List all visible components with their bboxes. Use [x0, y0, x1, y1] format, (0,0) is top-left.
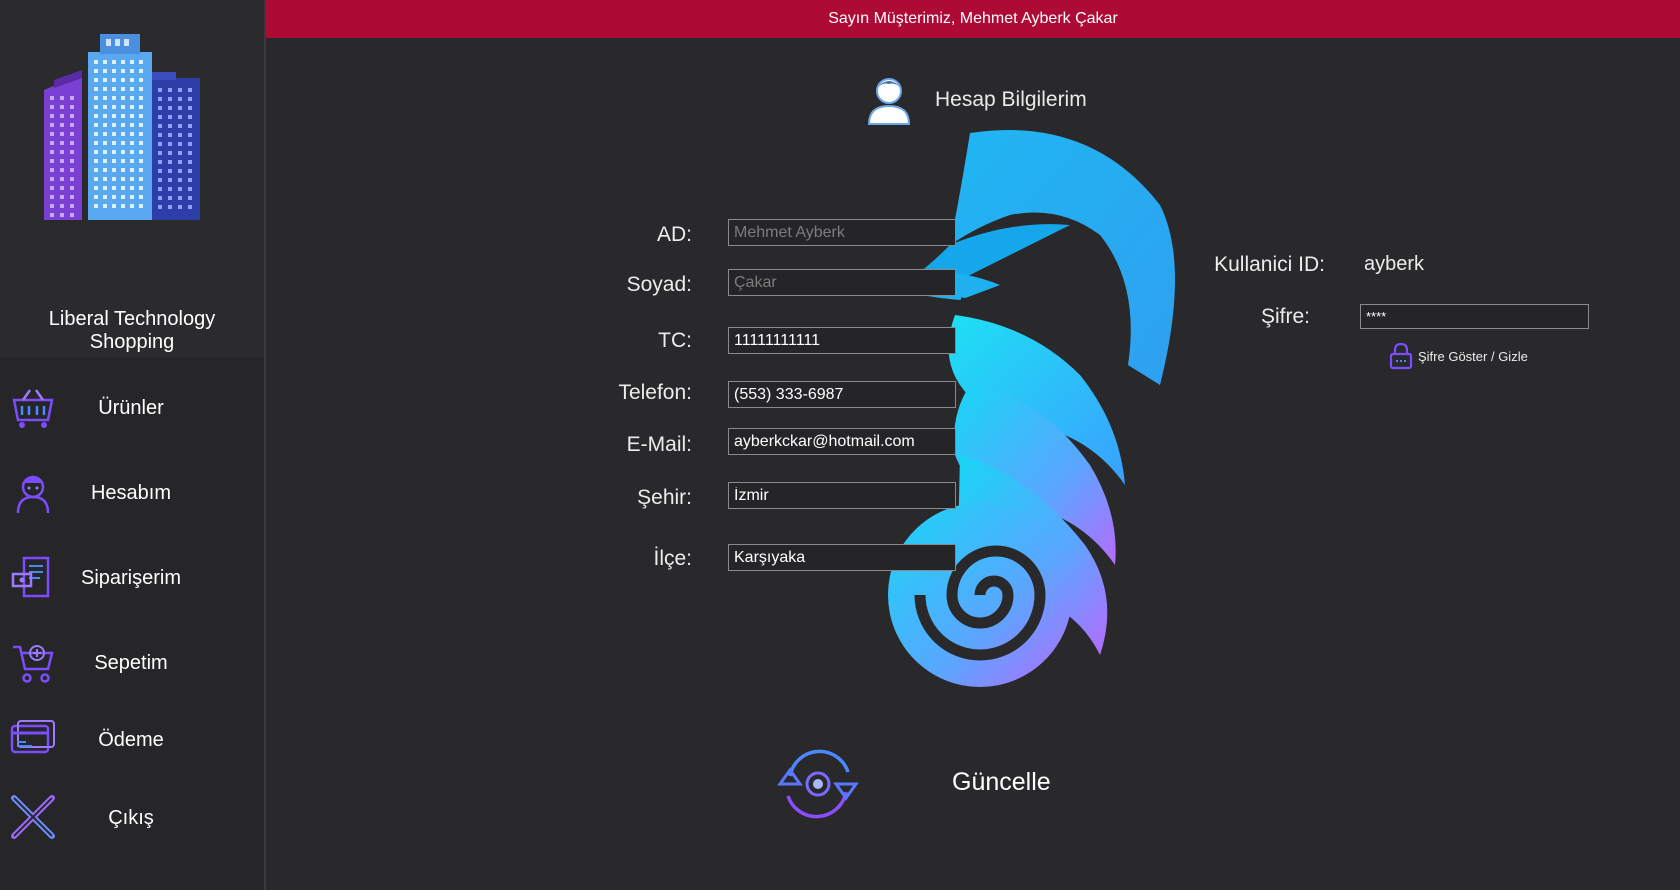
brand-line-2: Shopping [89, 331, 175, 353]
brand-line-1: Liberal Technology [48, 308, 216, 330]
sidebar-item-cikis[interactable]: Çıkış [0, 778, 264, 858]
sidebar-item-hesabim[interactable]: Hesabım [0, 453, 264, 533]
sidebar-item-label: Ürünler [98, 397, 164, 419]
sidebar-divider [264, 0, 266, 890]
user-profile-icon [867, 78, 911, 125]
show-hide-password-button[interactable]: Şifre Göster / Gizle [1388, 342, 1528, 370]
cart-add-icon [13, 645, 54, 683]
sidebar-item-urunler[interactable]: Ürünler [0, 368, 264, 448]
brand-name: Liberal Technology Shopping [0, 308, 264, 354]
password-label: Şifre: [1260, 305, 1310, 328]
brand-panel: Liberal Technology Shopping [0, 0, 264, 358]
account-title: Hesap Bilgilerim [935, 88, 1087, 111]
sidebar-item-label: Çıkış [108, 807, 154, 829]
user-id-value: ayberk [1364, 253, 1425, 275]
tc-input[interactable] [728, 327, 956, 354]
ad-input[interactable] [728, 219, 956, 246]
sidebar-item-sepetim[interactable]: Sepetim [0, 623, 264, 703]
sidebar-item-odeme[interactable]: Ödeme [0, 700, 264, 780]
password-input[interactable] [1360, 304, 1589, 329]
update-button[interactable]: Güncelle [952, 768, 1051, 797]
greeting-text: Sayın Müşterimiz, Mehmet Ayberk Çakar [828, 10, 1118, 27]
sidebar-item-siparislerim[interactable]: Siparişerim [0, 538, 264, 618]
soyad-input[interactable] [728, 269, 956, 296]
sidebar-item-label: Ödeme [98, 729, 164, 751]
sidebar: Liberal Technology Shopping Ürünler Hesa… [0, 0, 264, 890]
sehir-label: Şehir: [637, 486, 692, 509]
user-id-label: Kullanici ID: [1214, 253, 1325, 276]
seahorse-logo [860, 130, 1175, 687]
sidebar-item-label: Sepetim [94, 652, 168, 674]
shopping-basket-icon [12, 389, 54, 428]
user-account-icon [16, 475, 50, 514]
ilce-label: İlçe: [653, 547, 692, 570]
lock-icon [1389, 342, 1413, 370]
email-input[interactable] [728, 428, 956, 455]
ad-label: AD: [656, 223, 692, 246]
credit-card-icon [10, 720, 55, 754]
close-icon [11, 795, 55, 839]
ilce-input[interactable] [728, 544, 956, 571]
show-hide-password-label: Şifre Göster / Gizle [1418, 348, 1528, 364]
telefon-label: Telefon: [618, 381, 692, 404]
sidebar-item-label: Hesabım [90, 482, 172, 504]
email-label: E-Mail: [626, 433, 692, 456]
header-bar: Sayın Müşterimiz, Mehmet Ayberk Çakar [266, 0, 1680, 38]
sidebar-item-label: Siparişerim [80, 567, 182, 589]
order-receipt-icon [11, 556, 50, 598]
building-logo [44, 34, 200, 220]
tc-label: TC: [658, 329, 692, 352]
telefon-input[interactable] [728, 381, 956, 408]
soyad-label: Soyad: [626, 273, 692, 296]
sehir-input[interactable] [728, 482, 956, 509]
refresh-icon[interactable] [770, 746, 866, 822]
